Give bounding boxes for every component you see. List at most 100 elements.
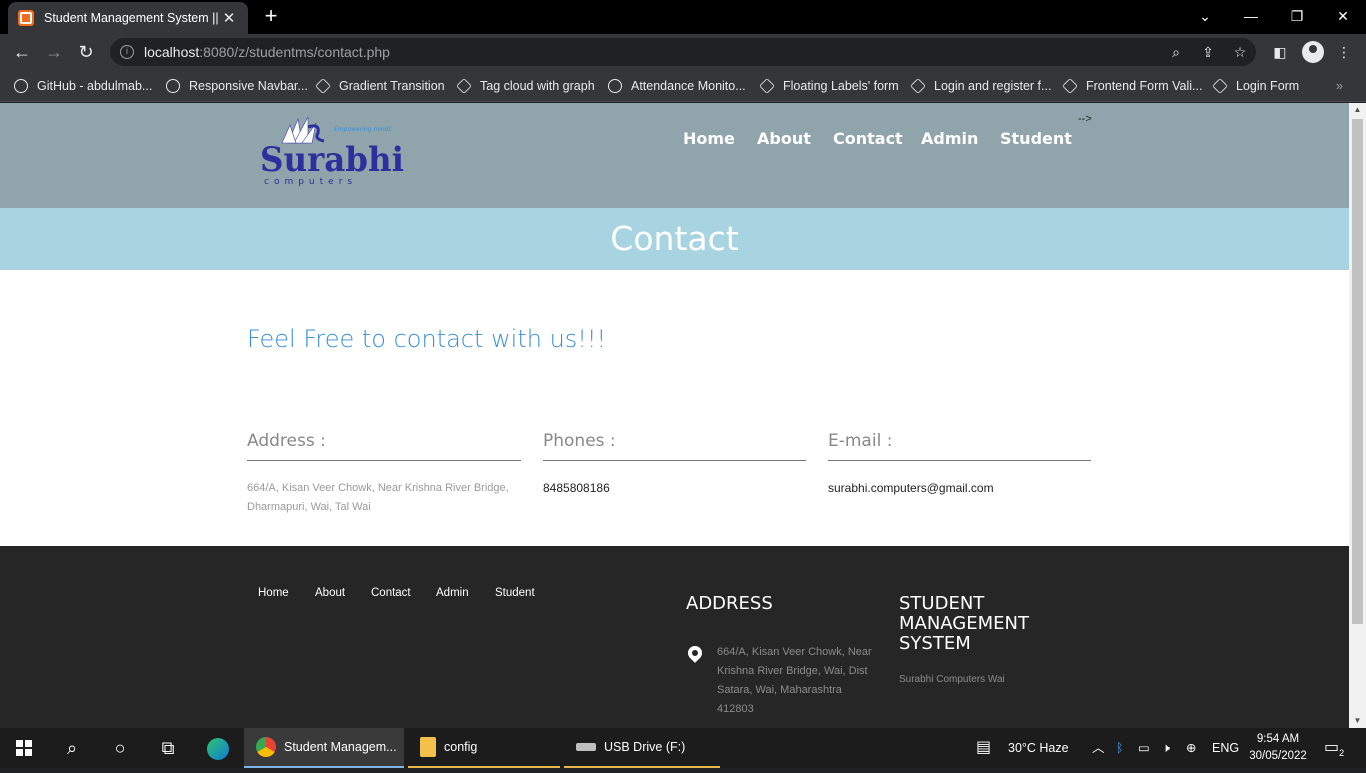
footer-address-heading: ADDRESS <box>686 593 773 614</box>
bookmark-label: Login Form <box>1236 79 1300 93</box>
bookmark-item[interactable]: Login and register f... <box>910 76 1052 96</box>
new-tab-button[interactable]: + <box>258 4 284 30</box>
bookmarks-overflow-button[interactable]: » <box>1336 76 1343 96</box>
globe-icon <box>608 79 622 93</box>
page-banner: Contact <box>0 208 1349 270</box>
taskbar-app-chrome[interactable]: Student Managem... <box>244 728 404 768</box>
bookmarks-bar: GitHub - abdulmab... Responsive Navbar..… <box>0 70 1366 102</box>
footer-link-about[interactable]: About <box>315 587 345 599</box>
volume-muted-icon[interactable]: 🕨 <box>1162 728 1170 768</box>
url-path: :8080/z/studentms/contact.php <box>199 44 390 60</box>
address-label: Address : <box>247 431 521 461</box>
nav-contact[interactable]: Contact <box>833 129 903 148</box>
notification-center-icon[interactable]: ▭2 <box>1324 728 1344 768</box>
footer-sms-heading-line: STUDENT <box>899 593 985 614</box>
reload-button[interactable]: ↻ <box>74 40 98 64</box>
share-icon[interactable]: ⇪ <box>1198 42 1218 62</box>
site-footer: Home About Contact Admin Student ADDRESS… <box>0 546 1349 728</box>
usb-drive-icon <box>576 743 596 751</box>
codepen-icon <box>315 78 331 94</box>
bookmark-item[interactable]: Tag cloud with graph <box>456 76 595 96</box>
close-window-button[interactable]: ✕ <box>1320 0 1366 32</box>
nav-about[interactable]: About <box>757 129 811 148</box>
folder-icon <box>420 737 436 757</box>
bookmark-label: Gradient Transition <box>339 79 445 93</box>
footer-address: 664/A, Kisan Veer Chowk, Near Krishna Ri… <box>717 643 872 719</box>
footer-sms-heading-line: MANAGEMENT <box>899 613 1029 634</box>
taskbar-app-usb[interactable]: USB Drive (F:) <box>564 728 720 768</box>
clock-time: 9:54 AM <box>1256 733 1300 745</box>
bookmark-label: GitHub - abdulmab... <box>37 79 153 93</box>
profile-avatar-icon[interactable] <box>1302 41 1324 63</box>
forward-button[interactable]: → <box>42 40 66 64</box>
tab-search-chevron-icon[interactable]: ⌄ <box>1182 0 1228 32</box>
side-panel-icon[interactable]: ◧ <box>1270 42 1290 62</box>
taskbar-app-label: USB Drive (F:) <box>604 740 686 754</box>
address-bar[interactable]: i localhost:8080/z/studentms/contact.php <box>110 38 1256 66</box>
footer-address-line: Satara, Wai, Maharashtra <box>717 684 842 696</box>
page-scrollbar[interactable]: ▲ ▼ <box>1349 103 1366 728</box>
browser-toolbar: ← → ↻ i localhost:8080/z/studentms/conta… <box>0 34 1366 70</box>
back-button[interactable]: ← <box>10 40 34 64</box>
nav-student[interactable]: Student <box>1000 129 1072 148</box>
scroll-thumb[interactable] <box>1352 119 1363 624</box>
search-icon[interactable]: ⌕ <box>48 728 96 768</box>
language-indicator[interactable]: ENG <box>1212 728 1239 768</box>
location-pin-icon <box>685 643 705 663</box>
footer-link-home[interactable]: Home <box>258 587 289 599</box>
bookmark-label: Login and register f... <box>934 79 1052 93</box>
bookmark-item[interactable]: Frontend Form Vali... <box>1062 76 1203 96</box>
battery-icon[interactable]: ▭ <box>1138 728 1150 768</box>
browser-tab-active[interactable]: Student Management System || C ✕ <box>8 2 248 34</box>
stray-comment-text: --> <box>1078 113 1092 125</box>
loading-spinner-icon <box>166 79 180 93</box>
zoom-search-icon[interactable]: ⌕ <box>1166 42 1186 62</box>
bluetooth-icon[interactable]: ᛒ <box>1116 728 1124 768</box>
tray-overflow-icon[interactable]: ︿ <box>1092 728 1105 768</box>
logo-name: Surabhi <box>260 140 404 180</box>
weather-text[interactable]: 30°C Haze <box>1008 728 1069 768</box>
footer-link-admin[interactable]: Admin <box>436 587 469 599</box>
bookmark-item[interactable]: Attendance Monito... <box>608 76 746 96</box>
tab-close-icon[interactable]: ✕ <box>220 9 238 27</box>
bookmark-label: Attendance Monito... <box>631 79 746 93</box>
bookmark-label: Frontend Form Vali... <box>1086 79 1203 93</box>
windows-taskbar: ⌕ ○ ⧉ Student Managem... config USB Driv… <box>0 728 1366 768</box>
taskbar-app-label: config <box>444 740 478 754</box>
menu-kebab-icon[interactable]: ⋮ <box>1334 42 1354 62</box>
address-line: Dharmapuri, Wai, Tal Wai <box>247 501 371 513</box>
bookmark-item[interactable]: Floating Labels' form <box>759 76 899 96</box>
task-view-icon[interactable]: ⧉ <box>144 728 192 768</box>
network-globe-icon[interactable]: ⊕ <box>1186 728 1196 768</box>
bookmark-item[interactable]: Gradient Transition <box>315 76 445 96</box>
address-line: 664/A, Kisan Veer Chowk, Near Krishna Ri… <box>247 482 509 494</box>
nav-home[interactable]: Home <box>683 129 735 148</box>
start-button[interactable] <box>0 728 48 768</box>
restore-button[interactable]: ❐ <box>1274 0 1320 32</box>
phones-column: Phones : 8485808186 <box>543 431 806 498</box>
address-column: Address : 664/A, Kisan Veer Chowk, Near … <box>247 431 521 517</box>
footer-link-contact[interactable]: Contact <box>371 587 411 599</box>
edge-icon[interactable] <box>194 728 242 768</box>
cortana-icon[interactable]: ○ <box>96 728 144 768</box>
bookmark-label: Responsive Navbar... <box>189 79 308 93</box>
taskbar-clock[interactable]: 9:54 AM 30/05/2022 <box>1246 731 1310 765</box>
footer-link-student[interactable]: Student <box>495 587 535 599</box>
logo-sub: computers <box>264 177 357 187</box>
scroll-down-icon[interactable]: ▼ <box>1349 714 1366 728</box>
scroll-up-icon[interactable]: ▲ <box>1349 103 1366 117</box>
taskbar-app-explorer[interactable]: config <box>408 728 560 768</box>
site-info-icon[interactable]: i <box>120 45 134 59</box>
bookmark-star-icon[interactable]: ☆ <box>1230 42 1250 62</box>
bookmark-item[interactable]: Login Form <box>1212 76 1300 96</box>
url-host: localhost <box>144 44 200 60</box>
bookmark-item[interactable]: GitHub - abdulmab... <box>14 76 152 96</box>
surabhi-logo[interactable]: Empowering minds Surabhi computers <box>258 113 408 188</box>
nav-admin[interactable]: Admin <box>921 129 978 148</box>
bookmark-label: Floating Labels' form <box>783 79 899 93</box>
bookmark-item[interactable]: Responsive Navbar... <box>166 76 308 96</box>
minimize-button[interactable]: — <box>1228 0 1274 32</box>
codepen-icon <box>910 78 926 94</box>
codepen-icon <box>759 78 775 94</box>
chrome-icon <box>256 737 276 757</box>
